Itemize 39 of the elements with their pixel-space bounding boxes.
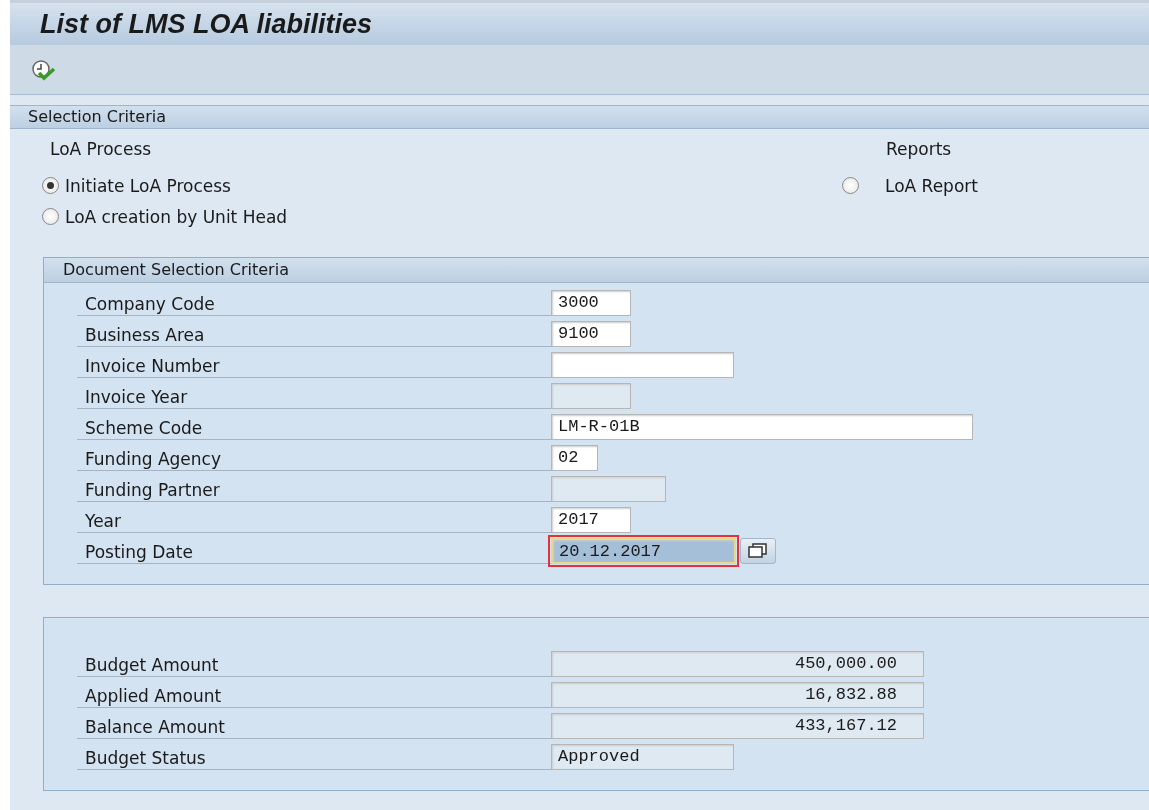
output-field: 16,832.88 bbox=[551, 681, 924, 708]
radio-button[interactable] bbox=[42, 208, 59, 225]
copy-icon bbox=[748, 542, 768, 559]
field-label: Budget Amount bbox=[77, 650, 551, 677]
field-label: Scheme Code bbox=[77, 413, 551, 440]
field-label: Year bbox=[77, 506, 551, 533]
execute-icon[interactable] bbox=[30, 58, 58, 81]
group-title: Document Selection Criteria bbox=[63, 260, 289, 279]
window-title: List of LMS LOA liabilities bbox=[40, 8, 372, 40]
radio-label: Initiate LoA Process bbox=[65, 175, 231, 196]
input-field[interactable]: 20.12.2017 bbox=[551, 537, 736, 564]
section-title: Selection Criteria bbox=[28, 107, 166, 126]
output-field: 433,167.12 bbox=[551, 712, 924, 739]
input-field[interactable]: 02 bbox=[551, 444, 598, 471]
input-field[interactable]: 9100 bbox=[551, 320, 631, 347]
input-field[interactable]: 3000 bbox=[551, 289, 631, 316]
input-field[interactable] bbox=[551, 475, 666, 502]
field-label: Invoice Year bbox=[77, 382, 551, 409]
group-title: Reports bbox=[885, 139, 953, 161]
input-field[interactable] bbox=[551, 351, 734, 378]
input-field[interactable] bbox=[551, 382, 631, 409]
group-title: LoA Process bbox=[49, 139, 153, 161]
field-label: Funding Agency bbox=[77, 444, 551, 471]
field-label: Budget Status bbox=[77, 743, 551, 770]
field-label: Applied Amount bbox=[77, 681, 551, 708]
field-label: Invoice Number bbox=[77, 351, 551, 378]
output-field: 450,000.00 bbox=[551, 650, 924, 677]
radio-button[interactable] bbox=[42, 177, 59, 194]
value-help-button[interactable] bbox=[740, 537, 776, 564]
field-label: Funding Partner bbox=[77, 475, 551, 502]
field-label: Balance Amount bbox=[77, 712, 551, 739]
radio-button[interactable] bbox=[842, 177, 859, 194]
field-label: Company Code bbox=[77, 289, 551, 316]
input-field[interactable]: LM-R-01B bbox=[551, 413, 973, 440]
output-field: Approved bbox=[551, 743, 734, 770]
field-label: Business Area bbox=[77, 320, 551, 347]
radio-label: LoA creation by Unit Head bbox=[65, 206, 288, 227]
radio-label: LoA Report bbox=[885, 175, 978, 196]
input-field[interactable]: 2017 bbox=[551, 506, 631, 533]
